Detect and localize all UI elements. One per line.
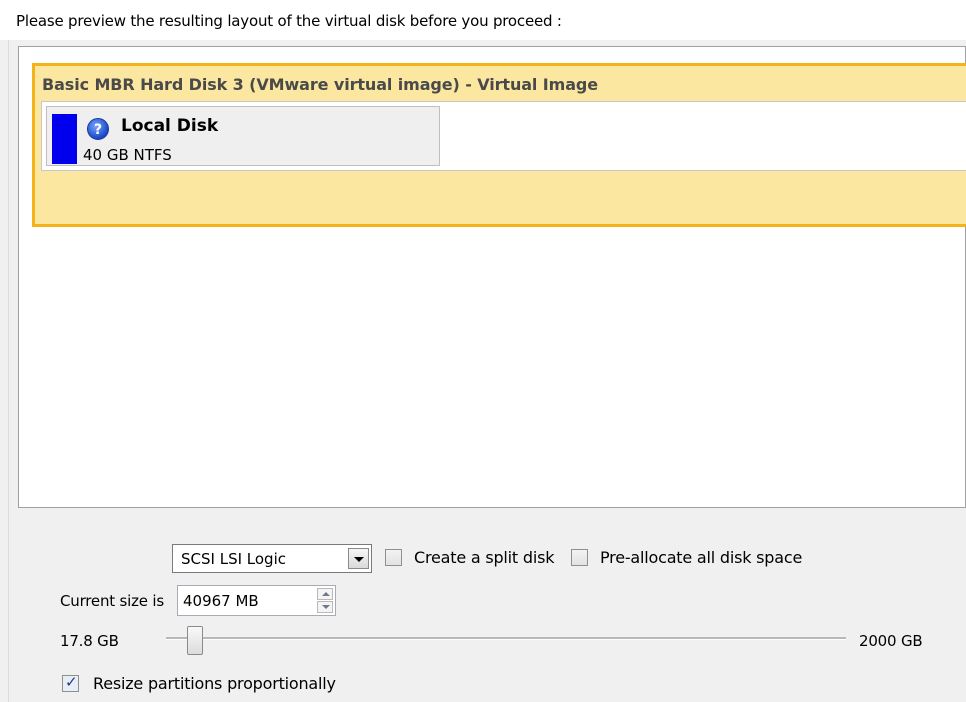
size-spinner[interactable] bbox=[317, 588, 333, 613]
split-disk-checkbox[interactable] bbox=[385, 549, 402, 566]
resize-proportional-label[interactable]: Resize partitions proportionally bbox=[93, 674, 336, 693]
spin-up-icon[interactable] bbox=[317, 588, 333, 600]
partition-label: Local Disk bbox=[121, 116, 219, 136]
chevron-down-icon[interactable] bbox=[348, 548, 369, 569]
disk-preview-panel: Basic MBR Hard Disk 3 (VMware virtual im… bbox=[18, 46, 966, 508]
current-size-value: 40967 MB bbox=[183, 592, 259, 610]
disk-box[interactable]: Basic MBR Hard Disk 3 (VMware virtual im… bbox=[32, 63, 966, 227]
slider-max-label: 2000 GB bbox=[859, 632, 923, 650]
partition-color-bar bbox=[52, 114, 77, 164]
disk-partition-area: ? Local Disk 40 GB NTFS bbox=[41, 101, 966, 171]
split-disk-label[interactable]: Create a split disk bbox=[414, 548, 554, 567]
controller-select-value: SCSI LSI Logic bbox=[181, 550, 286, 568]
disk-title: Basic MBR Hard Disk 3 (VMware virtual im… bbox=[42, 75, 599, 94]
left-divider bbox=[8, 40, 9, 702]
current-size-label: Current size is bbox=[60, 592, 164, 610]
size-slider-thumb[interactable] bbox=[187, 626, 203, 655]
preallocate-label[interactable]: Pre-allocate all disk space bbox=[600, 548, 802, 567]
current-size-input[interactable]: 40967 MB bbox=[177, 585, 336, 616]
size-slider-track[interactable] bbox=[166, 637, 846, 640]
partition-size: 40 GB NTFS bbox=[83, 146, 172, 164]
spin-down-icon[interactable] bbox=[317, 601, 333, 613]
resize-proportional-checkbox[interactable] bbox=[62, 673, 79, 692]
controller-select[interactable]: SCSI LSI Logic bbox=[172, 544, 372, 573]
slider-min-label: 17.8 GB bbox=[60, 632, 119, 650]
header-strip: Please preview the resulting layout of t… bbox=[0, 0, 966, 40]
preallocate-checkbox[interactable] bbox=[571, 549, 588, 566]
partition-local-disk[interactable]: ? Local Disk 40 GB NTFS bbox=[46, 106, 440, 166]
instruction-text: Please preview the resulting layout of t… bbox=[16, 12, 562, 30]
help-icon: ? bbox=[87, 118, 109, 140]
